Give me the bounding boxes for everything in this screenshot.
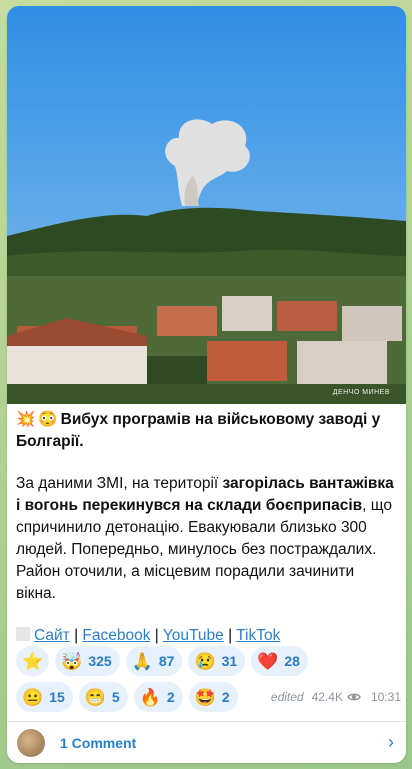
reaction-count: 5 xyxy=(111,689,120,705)
reaction-exploding-head[interactable]: 🤯 325 xyxy=(55,646,120,676)
reaction-neutral[interactable]: 😐 15 xyxy=(16,682,73,712)
reaction-count: 2 xyxy=(166,689,175,705)
headline-text: Вибух програмів на військовому заводі у … xyxy=(16,411,381,450)
chevron-right-icon: › xyxy=(388,732,394,752)
photo-watermark: ДЕНЧО МИНЕВ xyxy=(332,389,390,396)
pray-icon: 🙏 xyxy=(131,651,153,671)
reaction-count: 2 xyxy=(221,689,230,705)
reaction-heart[interactable]: ❤️ 28 xyxy=(251,646,308,676)
reaction-count: 15 xyxy=(49,689,65,705)
link-site[interactable]: Сайт xyxy=(34,627,70,644)
flushed-face-emoji: 😳 xyxy=(38,411,58,428)
reaction-count: 31 xyxy=(221,653,238,669)
reaction-count: 87 xyxy=(158,653,175,669)
post-photo[interactable] xyxy=(7,6,406,404)
comments-button[interactable]: 1 Comment › xyxy=(7,722,406,763)
link-separator: | xyxy=(228,627,233,644)
edited-label: edited xyxy=(270,690,304,704)
star-struck-icon: 🤩 xyxy=(194,687,216,707)
star-icon: ⭐ xyxy=(22,651,44,671)
view-count: 42.4K xyxy=(311,690,343,704)
reactions: ⭐ 🤯 325 🙏 87 😢 31 ❤️ 28 😐 15 😁 5 🔥 2 🤩 2 edited … xyxy=(16,646,401,718)
post-links: Сайт | Facebook | YouTube | TikTok xyxy=(16,625,396,647)
body-text-1: За даними ЗМІ, на території xyxy=(16,475,223,492)
neutral-face-icon: 😐 xyxy=(22,687,44,707)
message-meta: edited 42.4K 10:31 xyxy=(271,690,401,704)
reaction-count: 325 xyxy=(88,653,112,669)
reaction-cry[interactable]: 😢 31 xyxy=(188,646,246,676)
message-bubble: ДЕНЧО МИНЕВ 💥 😳 Вибух програмів на війсь… xyxy=(7,6,406,763)
exploding-head-icon: 🤯 xyxy=(61,651,83,671)
post-body: За даними ЗМІ, на території загорілась в… xyxy=(16,473,396,605)
collision-emoji: 💥 xyxy=(16,411,36,428)
link-separator: | xyxy=(154,627,159,644)
post-headline: 💥 😳 Вибух програмів на військовому завод… xyxy=(16,409,396,453)
reactions-row-1: ⭐ 🤯 325 🙏 87 😢 31 ❤️ 28 xyxy=(16,646,401,676)
reactions-row-2: 😐 15 😁 5 🔥 2 🤩 2 edited 42.4K 10:31 xyxy=(16,682,401,712)
grinning-face-icon: 😁 xyxy=(84,687,106,707)
reaction-count: 28 xyxy=(284,653,300,669)
post-text: 💥 😳 Вибух програмів на військовому завод… xyxy=(16,409,396,647)
link-separator: | xyxy=(74,627,79,644)
comments-label: 1 Comment xyxy=(60,734,137,751)
reaction-grin[interactable]: 😁 5 xyxy=(78,682,128,712)
reaction-star[interactable]: ⭐ xyxy=(16,646,50,676)
eye-icon xyxy=(347,693,361,701)
link-youtube[interactable]: YouTube xyxy=(163,627,224,644)
commenter-avatar xyxy=(17,728,45,757)
reaction-fire[interactable]: 🔥 2 xyxy=(133,682,183,712)
fire-icon: 🔥 xyxy=(139,687,161,707)
link-facebook[interactable]: Facebook xyxy=(82,627,150,644)
message-time: 10:31 xyxy=(370,690,401,704)
link-tiktok[interactable]: TikTok xyxy=(236,627,280,644)
reaction-star-struck[interactable]: 🤩 2 xyxy=(188,682,238,712)
reaction-pray[interactable]: 🙏 87 xyxy=(125,646,183,676)
link-square-icon xyxy=(16,627,30,641)
crying-face-icon: 😢 xyxy=(194,651,216,671)
heart-icon: ❤️ xyxy=(257,651,279,671)
